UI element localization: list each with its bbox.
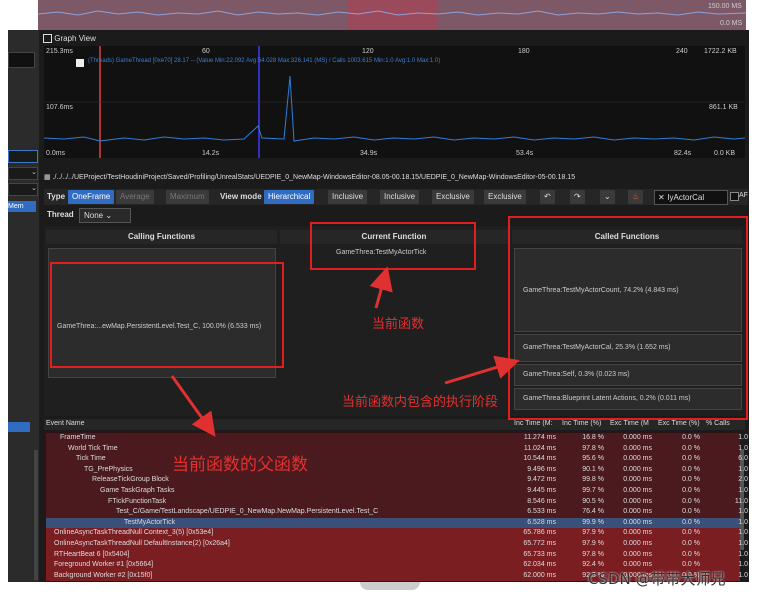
annotation-phases: 当前函数内包含的执行阶段 <box>342 395 499 410</box>
csdn-watermark: CSDN @带带大师兄 <box>588 570 726 588</box>
bottom-handle[interactable] <box>360 582 420 590</box>
annotation-parent: 当前函数的父函数 <box>172 455 308 475</box>
annotation-arrows <box>170 266 520 437</box>
annotation-current: 当前函数 <box>372 317 425 332</box>
